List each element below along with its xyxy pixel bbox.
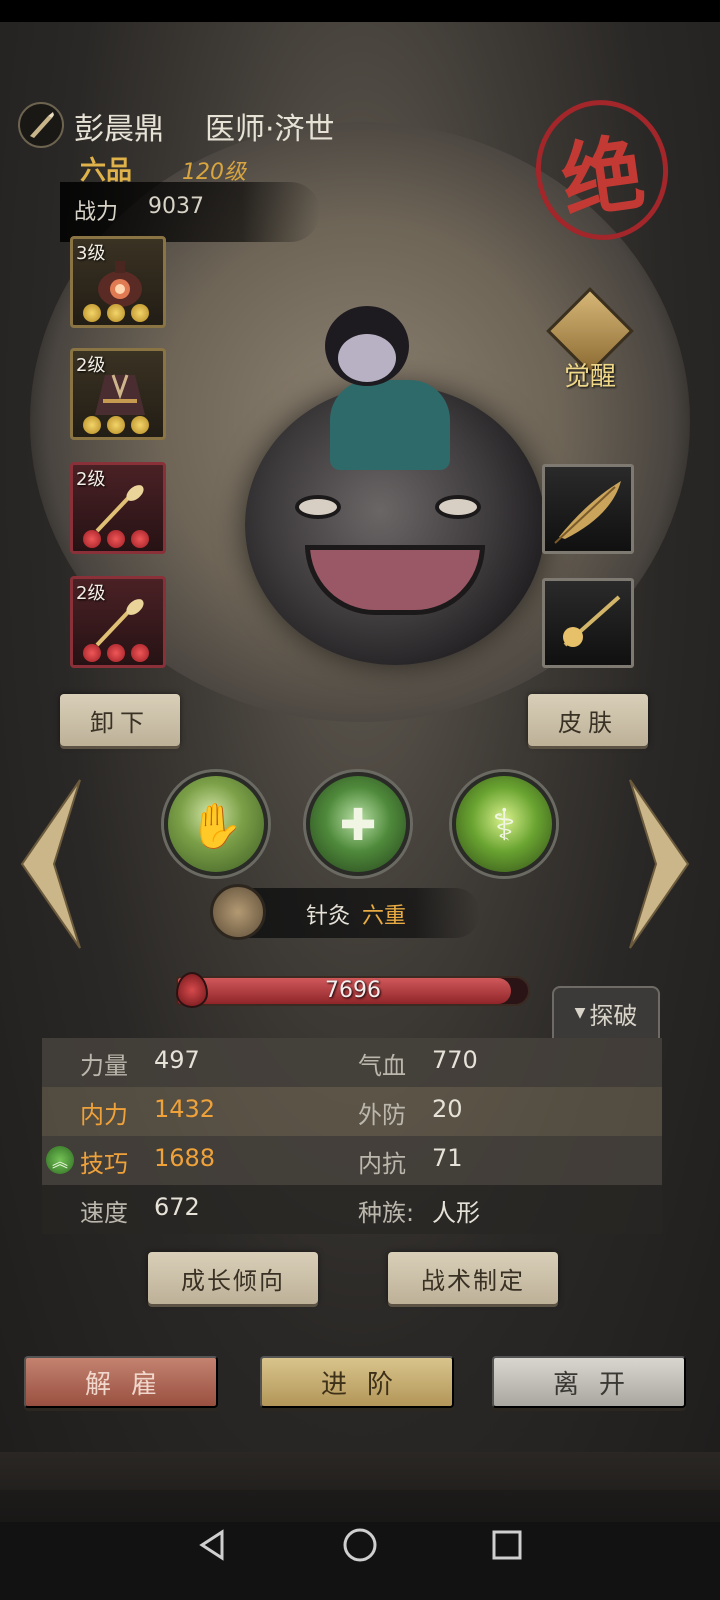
equipment-slot-4[interactable]: 2级 bbox=[70, 576, 166, 668]
hero-name: 彭晨鼎 bbox=[74, 112, 164, 147]
stat-row: 力量 497 气血 770 bbox=[42, 1038, 662, 1087]
hero-title: 医师·济世 bbox=[205, 112, 335, 147]
beast-eye bbox=[295, 495, 341, 519]
equipment-level: 2级 bbox=[76, 355, 106, 376]
stat-label: 种族: bbox=[358, 1199, 415, 1227]
stat-label: 气血 bbox=[358, 1052, 406, 1080]
awaken-label: 觉醒 bbox=[563, 362, 616, 392]
equipment-level: 3级 bbox=[76, 243, 106, 264]
leave-button[interactable]: 离开 bbox=[492, 1356, 686, 1408]
stat-value: 672 bbox=[154, 1193, 200, 1221]
skin-button[interactable]: 皮肤 bbox=[528, 694, 648, 746]
next-hero-arrow[interactable] bbox=[626, 774, 696, 954]
stats-table: 力量 497 气血 770 内力 1432 外防 20 ︽ 技巧 1688 内抗… bbox=[42, 1038, 662, 1234]
hero-level: 120级 bbox=[182, 160, 246, 185]
system-nav-bar bbox=[0, 1490, 720, 1600]
explore-dropdown[interactable]: ▼ 探破 bbox=[552, 986, 660, 1038]
stat-label: 速度 bbox=[80, 1199, 128, 1227]
stat-value: 497 bbox=[154, 1046, 200, 1074]
stat-value: 20 bbox=[432, 1095, 463, 1123]
stat-boost-icon: ︽ bbox=[46, 1146, 74, 1174]
beast-mouth bbox=[305, 545, 485, 615]
growth-tendency-button[interactable]: 成长倾向 bbox=[148, 1252, 318, 1304]
accessory-slot-2[interactable] bbox=[542, 578, 634, 668]
stat-value: 71 bbox=[432, 1144, 463, 1172]
hero-rank: 六品 bbox=[80, 156, 133, 186]
unequip-button[interactable]: 卸下 bbox=[60, 694, 180, 746]
hp-value: 7696 bbox=[325, 978, 381, 1003]
stat-label: 力量 bbox=[80, 1052, 128, 1080]
beast-eye bbox=[435, 495, 481, 519]
heal-icon: ✚ bbox=[339, 800, 377, 851]
stat-label: 技巧 bbox=[80, 1150, 128, 1178]
palm-icon: ✋ bbox=[188, 801, 244, 852]
previous-hero-arrow[interactable] bbox=[14, 774, 84, 954]
equipment-stars bbox=[83, 416, 149, 434]
dismiss-button[interactable]: 解雇 bbox=[24, 1356, 218, 1408]
dropdown-caret-icon: ▼ bbox=[574, 1005, 586, 1021]
equipment-slot-1[interactable]: 3级 bbox=[70, 236, 166, 328]
rider-body bbox=[330, 380, 450, 470]
stat-value: 1688 bbox=[154, 1144, 216, 1172]
equipment-stars bbox=[83, 304, 149, 322]
equipment-level: 2级 bbox=[76, 469, 106, 490]
stat-row: 速度 672 种族: 人形 bbox=[42, 1185, 662, 1234]
recents-icon[interactable] bbox=[482, 1520, 532, 1570]
stat-row: ︽ 技巧 1688 内抗 71 bbox=[42, 1136, 662, 1185]
stat-value: 770 bbox=[432, 1046, 478, 1074]
stat-value: 人形 bbox=[432, 1199, 480, 1227]
brush-icon[interactable] bbox=[18, 102, 64, 148]
advance-button[interactable]: 进阶 bbox=[260, 1356, 454, 1408]
equipment-slot-2[interactable]: 2级 bbox=[70, 348, 166, 440]
status-bar bbox=[0, 0, 720, 22]
equipment-stars bbox=[83, 530, 149, 548]
active-skill-rank: 六重 bbox=[362, 904, 407, 929]
needle-icon: ⚕ bbox=[492, 800, 516, 851]
equipment-stars bbox=[83, 644, 149, 662]
awaken-button[interactable]: 觉醒 bbox=[546, 287, 634, 392]
skill-2-heal[interactable]: ✚ bbox=[306, 772, 410, 876]
stat-label: 内力 bbox=[80, 1101, 128, 1129]
skill-3-needle[interactable]: ⚕ bbox=[452, 772, 556, 876]
hairpin-icon bbox=[563, 595, 621, 647]
stat-label: 外防 bbox=[358, 1101, 406, 1129]
equipment-level: 2级 bbox=[76, 583, 106, 604]
stat-value: 1432 bbox=[154, 1095, 216, 1123]
equipment-slot-3[interactable]: 2级 bbox=[70, 462, 166, 554]
back-icon[interactable] bbox=[188, 1520, 238, 1570]
home-icon[interactable] bbox=[335, 1520, 385, 1570]
power-label: 战力 bbox=[74, 200, 119, 225]
tactics-button[interactable]: 战术制定 bbox=[388, 1252, 558, 1304]
active-skill-name: 针灸 bbox=[306, 904, 351, 929]
explore-label: 探破 bbox=[589, 1001, 638, 1030]
stat-label: 内抗 bbox=[358, 1150, 406, 1178]
skill-1-palm[interactable]: ✋ bbox=[164, 772, 268, 876]
rider-face bbox=[338, 334, 396, 382]
skill-emblem-icon bbox=[210, 884, 266, 940]
feather-icon bbox=[554, 481, 621, 544]
power-value: 9037 bbox=[148, 194, 204, 219]
stat-row: 内力 1432 外防 20 bbox=[42, 1087, 662, 1136]
accessory-slot-1[interactable] bbox=[542, 464, 634, 554]
